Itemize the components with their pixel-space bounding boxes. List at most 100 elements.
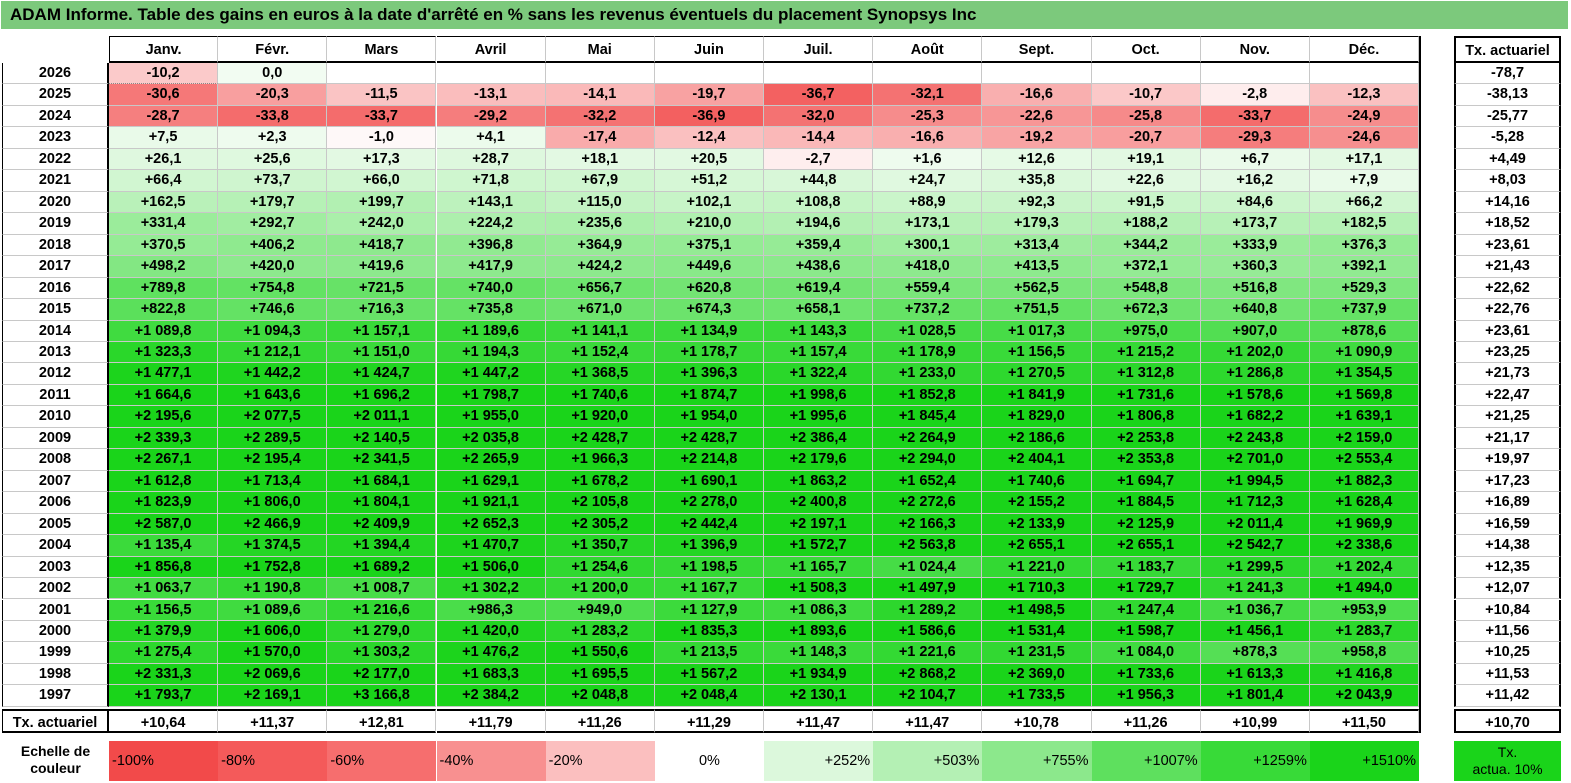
heatmap-cell: +2 278,0 bbox=[654, 492, 764, 514]
heatmap-cell: -22,6 bbox=[982, 105, 1092, 128]
heatmap-cell bbox=[436, 63, 546, 85]
heatmap-cell: +2 048,4 bbox=[654, 685, 764, 707]
heatmap-cell: +1 374,5 bbox=[218, 535, 328, 557]
heatmap-cell: +88,9 bbox=[873, 191, 983, 214]
heatmap-cell: +1 151,0 bbox=[327, 341, 437, 364]
heatmap-cell: +344,2 bbox=[1091, 234, 1201, 257]
heatmap-cell: +66,4 bbox=[109, 170, 219, 192]
heatmap-cell: +735,8 bbox=[436, 299, 546, 321]
heatmap-cell: +102,1 bbox=[654, 191, 764, 214]
heatmap-cell: +2 339,3 bbox=[109, 427, 219, 450]
heatmap-cell: +1 966,3 bbox=[545, 449, 655, 471]
heatmap-cell: -2,7 bbox=[764, 148, 874, 171]
heatmap-cell: +1 183,7 bbox=[1091, 556, 1201, 579]
heatmap-cell: -16,6 bbox=[873, 127, 983, 149]
heatmap-cell: +1 852,8 bbox=[873, 384, 983, 407]
heatmap-cell: +1 572,7 bbox=[764, 535, 874, 557]
month-header: Juin bbox=[654, 36, 764, 63]
footer-value: +11,50 bbox=[1309, 708, 1420, 733]
heatmap-cell: -33,7 bbox=[1200, 105, 1310, 128]
footer-value: +10,99 bbox=[1200, 708, 1310, 733]
heatmap-cell: +1 628,4 bbox=[1309, 492, 1420, 514]
heatmap-cell: +375,1 bbox=[654, 234, 764, 257]
heatmap-cell: -19,2 bbox=[982, 127, 1092, 149]
heatmap-cell: +2 133,9 bbox=[982, 513, 1092, 536]
heatmap-cell: +2 701,0 bbox=[1200, 449, 1310, 471]
heatmap-cell: +2 553,4 bbox=[1309, 449, 1420, 471]
heatmap-cell: +2 179,6 bbox=[764, 449, 874, 471]
tx-actuariel-cell: +12,35 bbox=[1454, 556, 1561, 579]
heatmap-cell: +1 152,4 bbox=[545, 341, 655, 364]
heatmap-cell: +1 731,6 bbox=[1091, 384, 1201, 407]
heatmap-cell: +224,2 bbox=[436, 213, 546, 235]
heatmap-cell: +188,2 bbox=[1091, 213, 1201, 235]
heatmap-cell: +143,1 bbox=[436, 191, 546, 214]
heatmap-cell: +2 655,1 bbox=[1091, 535, 1201, 557]
heatmap-cell: +2 341,5 bbox=[327, 449, 437, 471]
heatmap-cell: +292,7 bbox=[218, 213, 328, 235]
month-header: Févr. bbox=[218, 36, 328, 63]
heatmap-cell: +1 823,9 bbox=[109, 492, 219, 514]
tx-actuariel-cell: +21,43 bbox=[1454, 256, 1561, 278]
heatmap-cell: +2 035,8 bbox=[436, 427, 546, 450]
heatmap-cell: +1 678,2 bbox=[545, 470, 655, 493]
heatmap-cell: +1 354,5 bbox=[1309, 363, 1420, 385]
heatmap-cell: +2 289,5 bbox=[218, 427, 328, 450]
heatmap-cell: +1 606,0 bbox=[218, 620, 328, 643]
heatmap-cell bbox=[764, 63, 874, 85]
heatmap-cell: -20,7 bbox=[1091, 127, 1201, 149]
heatmap-cell: +2 384,2 bbox=[436, 685, 546, 707]
heatmap-cell: +420,0 bbox=[218, 256, 328, 278]
heatmap-cell: +1 221,6 bbox=[873, 642, 983, 664]
heatmap-cell: +1 221,0 bbox=[982, 556, 1092, 579]
heatmap-cell: +1 798,7 bbox=[436, 384, 546, 407]
heatmap-cell: -25,3 bbox=[873, 105, 983, 128]
tx-actuariel-cell: +8,03 bbox=[1454, 170, 1561, 192]
year-label: 2024 bbox=[2, 105, 109, 128]
heatmap-cell: +173,1 bbox=[873, 213, 983, 235]
heatmap-cell: +1 028,5 bbox=[873, 320, 983, 342]
footer-value: +12,81 bbox=[327, 708, 437, 733]
heatmap-cell: +396,8 bbox=[436, 234, 546, 257]
heatmap-cell: +1 841,9 bbox=[982, 384, 1092, 407]
heatmap-cell: +1 198,5 bbox=[654, 556, 764, 579]
color-scale-step: -20% bbox=[545, 741, 655, 781]
color-scale-step: +1510% bbox=[1309, 741, 1420, 781]
heatmap-cell: +1 829,0 bbox=[982, 406, 1092, 428]
heatmap-cell: +2 140,5 bbox=[327, 427, 437, 450]
year-label: 2023 bbox=[2, 127, 109, 149]
color-scale-step: +1259% bbox=[1200, 741, 1310, 781]
heatmap-cell: +1 303,2 bbox=[327, 642, 437, 664]
heatmap-cell: +1 494,0 bbox=[1309, 578, 1420, 600]
heatmap-cell: +620,8 bbox=[654, 277, 764, 300]
color-scale-step: -80% bbox=[218, 741, 328, 781]
heatmap-cell: +754,8 bbox=[218, 277, 328, 300]
heatmap-cell: +2 655,1 bbox=[982, 535, 1092, 557]
heatmap-cell: +1 994,5 bbox=[1200, 470, 1310, 493]
year-label: 2011 bbox=[2, 384, 109, 407]
heatmap-cell: +2 177,0 bbox=[327, 663, 437, 686]
tx-actuariel-cell: +22,47 bbox=[1454, 384, 1561, 407]
heatmap-cell: +1 178,9 bbox=[873, 341, 983, 364]
heatmap-cell: +1 141,1 bbox=[545, 320, 655, 342]
heatmap-cell: +1 283,7 bbox=[1309, 620, 1420, 643]
heatmap-cell: -32,2 bbox=[545, 105, 655, 128]
heatmap-cell: +1 531,4 bbox=[982, 620, 1092, 643]
heatmap-cell: +2 043,9 bbox=[1309, 685, 1420, 707]
year-label: 1999 bbox=[2, 642, 109, 664]
tx-actuariel-cell: +17,23 bbox=[1454, 470, 1561, 493]
heatmap-cell: +2 077,5 bbox=[218, 406, 328, 428]
heatmap-cell bbox=[982, 63, 1092, 85]
heatmap-cell: +498,2 bbox=[109, 256, 219, 278]
heatmap-cell: 0,0 bbox=[218, 63, 328, 85]
heatmap-cell: +1 270,5 bbox=[982, 363, 1092, 385]
heatmap-cell: +1 189,6 bbox=[436, 320, 546, 342]
heatmap-cell: +28,7 bbox=[436, 148, 546, 171]
heatmap-cell: +35,8 bbox=[982, 170, 1092, 192]
footer-value: +11,37 bbox=[218, 708, 328, 733]
heatmap-cell: +359,4 bbox=[764, 234, 874, 257]
year-label: 2013 bbox=[2, 341, 109, 364]
heatmap-cell: +1 664,6 bbox=[109, 384, 219, 407]
year-label: 2018 bbox=[2, 234, 109, 257]
heatmap-cell: +1 856,8 bbox=[109, 556, 219, 579]
